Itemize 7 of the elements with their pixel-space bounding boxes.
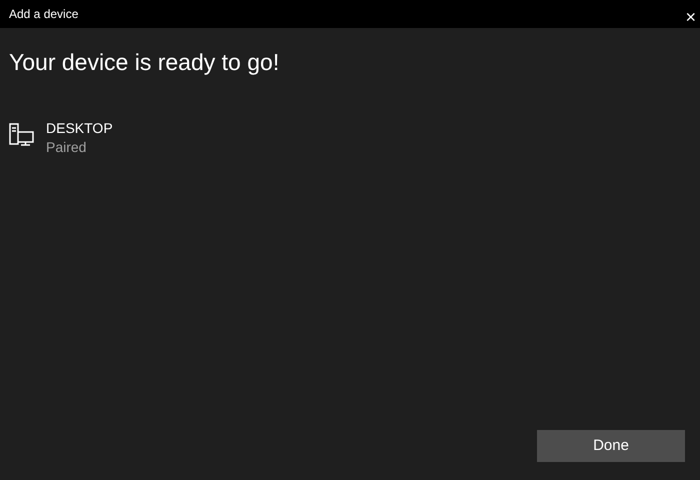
device-name: DESKTOP xyxy=(46,118,113,138)
device-status: Paired xyxy=(46,138,88,157)
window-title: Add a device xyxy=(9,6,78,23)
heading: Your device is ready to go! xyxy=(9,48,280,77)
done-button[interactable]: Done xyxy=(537,430,685,462)
computer-icon xyxy=(9,122,34,147)
close-button[interactable]: × xyxy=(683,8,698,28)
